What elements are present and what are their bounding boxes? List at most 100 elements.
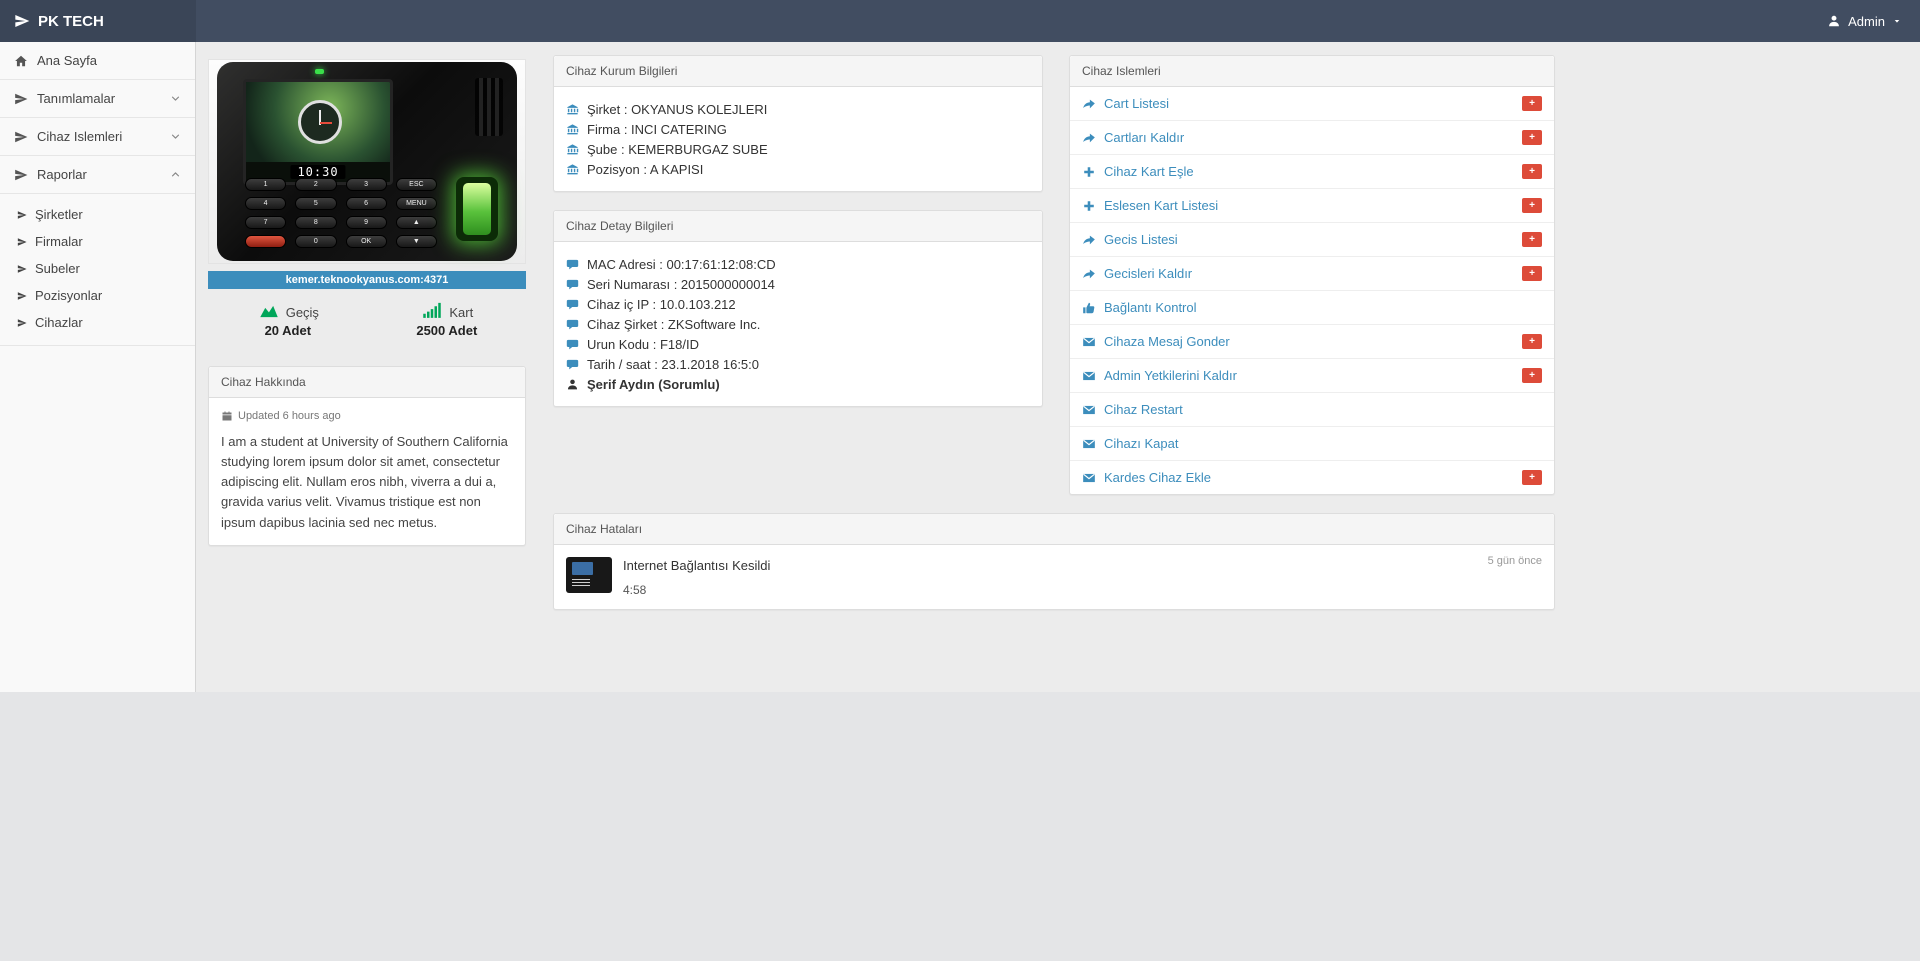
paper-plane-icon [14, 168, 28, 182]
updated-text: Updated 6 hours ago [238, 410, 341, 422]
add-badge-button[interactable]: + [1522, 198, 1542, 213]
top-navbar: PK TECH Admin [0, 0, 1920, 42]
paper-plane-icon [14, 13, 30, 29]
add-badge-button[interactable]: + [1522, 334, 1542, 349]
sidebar-item-subeler[interactable]: Subeler [0, 255, 195, 282]
device-photo: 10:30 1 2 3 ESC 4 5 6 MENU 7 8 9 ▲ 0 OK … [208, 59, 526, 264]
sidebar-item-pozisyonlar[interactable]: Pozisyonlar [0, 282, 195, 309]
device-keypad: 1 2 3 ESC 4 5 6 MENU 7 8 9 ▲ 0 OK ▼ [245, 178, 437, 248]
device-address-bar[interactable]: kemer.teknookyanus.com:4371 [208, 271, 526, 289]
op-row-cihaz-restart: Cihaz Restart [1070, 393, 1554, 427]
share-icon [1082, 131, 1096, 145]
device-key: 7 [245, 216, 287, 229]
op-label: Bağlantı Kontrol [1104, 300, 1197, 315]
op-row-eslesen-kart-listesi: Eslesen Kart Listesi + [1070, 189, 1554, 223]
kurum-row: Pozisyon : A KAPISI [566, 159, 1030, 179]
sidebar-item-cihazlar[interactable]: Cihazlar [0, 309, 195, 336]
op-row-cart-listesi: Cart Listesi + [1070, 87, 1554, 121]
add-badge-button[interactable]: + [1522, 232, 1542, 247]
responsible-name: Şerif Aydın (Sorumlu) [587, 376, 720, 392]
kurum-row: Firma : INCI CATERING [566, 119, 1030, 139]
op-label: Cartları Kaldır [1104, 130, 1185, 145]
device-stats: Geçiş 20 Adet Kart 2500 Adet [208, 289, 526, 338]
calendar-icon [221, 410, 233, 422]
sidebar-item-tanimlamalar[interactable]: Tanımlamalar [0, 80, 195, 118]
chevron-down-icon [170, 93, 181, 104]
bank-icon [566, 143, 579, 156]
device-speaker-grille [475, 78, 503, 136]
add-badge-button[interactable]: + [1522, 470, 1542, 485]
stat-label: Geçiş [285, 305, 319, 320]
op-row-cihazi-kapat: Cihazı Kapat [1070, 427, 1554, 461]
signal-bars-icon [420, 300, 444, 320]
about-panel: Cihaz Hakkında Updated 6 hours ago I am … [208, 366, 526, 546]
add-badge-button[interactable]: + [1522, 164, 1542, 179]
sidebar-subitem-label: Şirketler [35, 207, 83, 222]
kurum-panel: Cihaz Kurum Bilgileri Şirket : OKYANUS K… [553, 55, 1043, 192]
op-link[interactable]: Eslesen Kart Listesi [1082, 198, 1218, 213]
comment-icon [566, 338, 579, 351]
envelope-icon [1082, 369, 1096, 383]
op-label: Cart Listesi [1104, 96, 1170, 111]
user-icon [566, 378, 579, 391]
sidebar-item-firmalar[interactable]: Firmalar [0, 228, 195, 255]
op-link[interactable]: Cart Listesi [1082, 96, 1169, 111]
sidebar: Ana Sayfa Tanımlamalar Cihaz Islemleri R… [0, 42, 196, 692]
comment-icon [566, 258, 579, 271]
add-badge-button[interactable]: + [1522, 96, 1542, 111]
device-key: 3 [345, 178, 387, 191]
op-label: Kardes Cihaz Ekle [1104, 470, 1211, 485]
panel-title: Cihaz Detay Bilgileri [554, 211, 1042, 242]
comment-icon [566, 298, 579, 311]
error-message: Internet Bağlantısı Kesildi [623, 558, 771, 573]
error-row: Internet Bağlantısı Kesildi 4:58 [566, 557, 1542, 597]
comment-icon [566, 358, 579, 371]
user-icon [1827, 14, 1841, 28]
op-label: Eslesen Kart Listesi [1104, 198, 1219, 213]
sidebar-item-sirketler[interactable]: Şirketler [0, 201, 195, 228]
operations-column: Cihaz Islemleri Cart Listesi + Cartları … [1069, 55, 1555, 513]
op-row-gecis-listesi: Gecis Listesi + [1070, 223, 1554, 257]
device-body: 10:30 1 2 3 ESC 4 5 6 MENU 7 8 9 ▲ 0 OK … [217, 62, 517, 261]
op-link[interactable]: Cartları Kaldır [1082, 130, 1184, 145]
envelope-icon [1082, 403, 1096, 417]
op-link[interactable]: Gecis Listesi [1082, 232, 1178, 247]
right-region: Cihaz Kurum Bilgileri Şirket : OKYANUS K… [553, 55, 1555, 628]
detail-row: MAC Adresi : 00:17:61:12:08:CD [566, 254, 1030, 274]
op-link[interactable]: Cihaz Restart [1082, 402, 1183, 417]
add-badge-button[interactable]: + [1522, 368, 1542, 383]
user-menu[interactable]: Admin [1809, 0, 1920, 42]
brand[interactable]: PK TECH [0, 0, 196, 42]
info-column: Cihaz Kurum Bilgileri Şirket : OKYANUS K… [553, 55, 1043, 513]
device-key: ▲ [395, 216, 437, 229]
device-thumbnail [566, 557, 612, 593]
add-badge-button[interactable]: + [1522, 266, 1542, 281]
device-digital-clock: 10:30 [290, 165, 346, 179]
stat-value: 20 Adet [264, 323, 312, 338]
op-link[interactable]: Cihaza Mesaj Gonder [1082, 334, 1230, 349]
op-row-baglanti-kontrol: Bağlantı Kontrol [1070, 291, 1554, 325]
add-badge-button[interactable]: + [1522, 130, 1542, 145]
sidebar-item-ana-sayfa[interactable]: Ana Sayfa [0, 42, 195, 80]
op-label: Cihaz Restart [1104, 402, 1183, 417]
detail-row: Cihaz Şirket : ZKSoftware Inc. [566, 314, 1030, 334]
op-link[interactable]: Cihaz Kart Eşle [1082, 164, 1194, 179]
device-key: 0 [295, 235, 337, 248]
sidebar-item-raporlar[interactable]: Raporlar [0, 156, 195, 194]
user-label: Admin [1848, 13, 1885, 29]
op-link[interactable]: Cihazı Kapat [1082, 436, 1178, 451]
op-link[interactable]: Admin Yetkilerini Kaldır [1082, 368, 1237, 383]
fingerprint-scanner [456, 177, 498, 241]
op-label: Gecis Listesi [1104, 232, 1178, 247]
op-link[interactable]: Gecisleri Kaldır [1082, 266, 1192, 281]
op-link[interactable]: Kardes Cihaz Ekle [1082, 470, 1211, 485]
op-link[interactable]: Bağlantı Kontrol [1082, 300, 1197, 315]
sidebar-item-cihaz-islemleri[interactable]: Cihaz Islemleri [0, 118, 195, 156]
op-row-cihaza-mesaj-gonder: Cihaza Mesaj Gonder + [1070, 325, 1554, 359]
kurum-row-text: Şirket : OKYANUS KOLEJLERI [587, 101, 768, 117]
envelope-icon [1082, 471, 1096, 485]
chevron-up-icon [170, 169, 181, 180]
paper-plane-icon [14, 92, 28, 106]
arrow-icon [17, 264, 27, 274]
kurum-row-text: Şube : KEMERBURGAZ SUBE [587, 141, 768, 157]
